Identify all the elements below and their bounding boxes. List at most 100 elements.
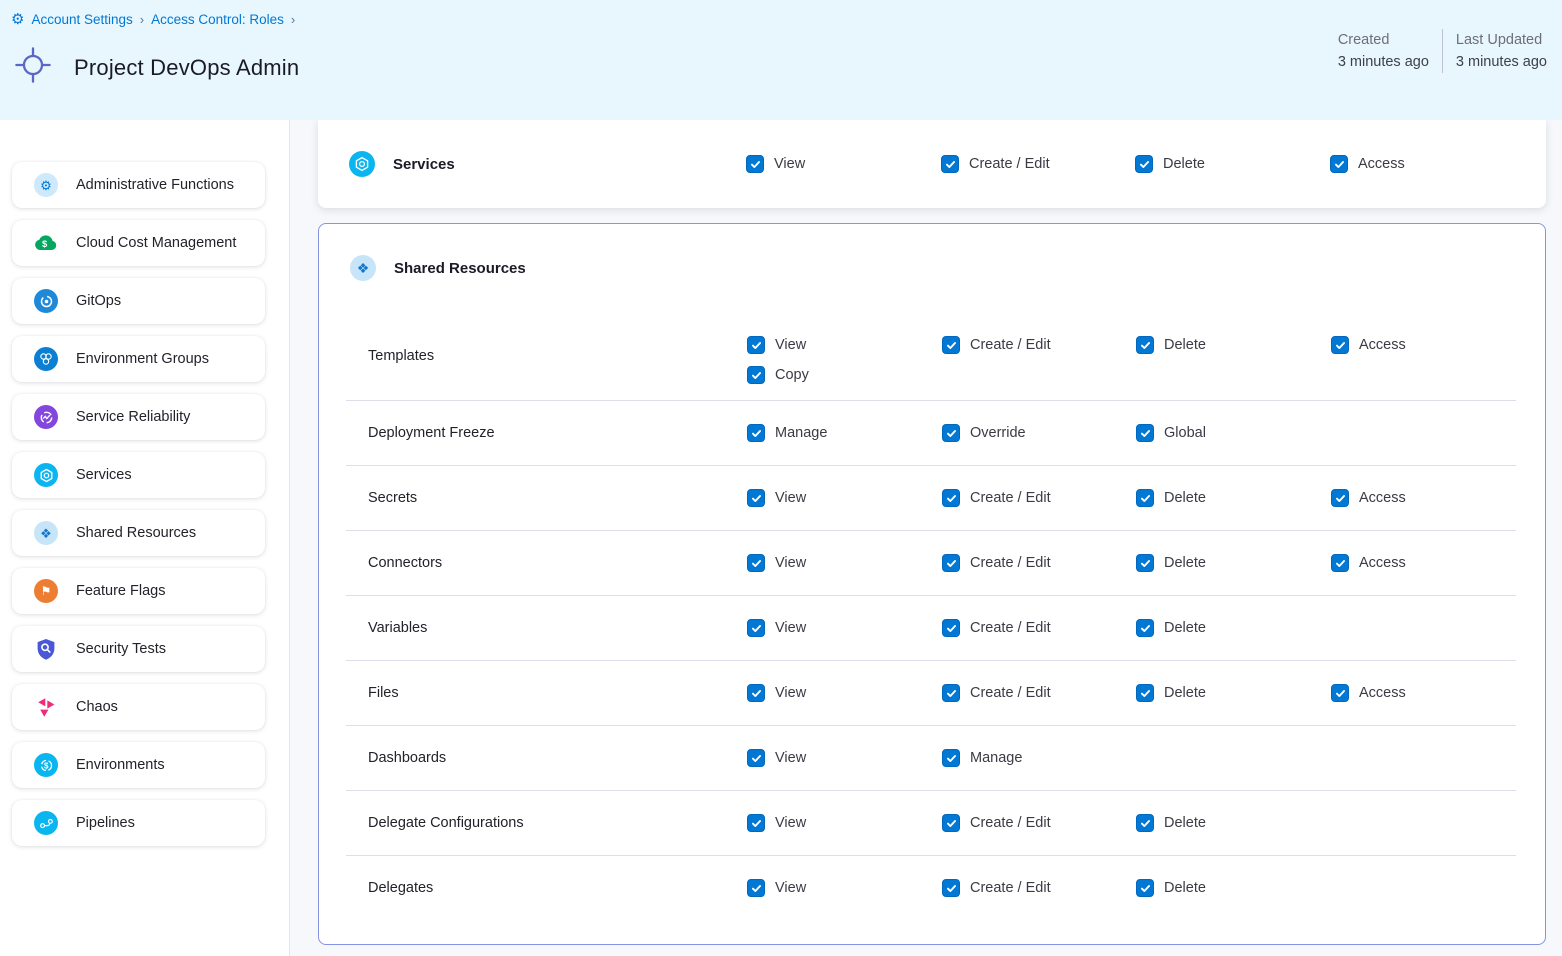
checkbox-checked[interactable] [747, 879, 765, 897]
permission-create-edit[interactable]: Create / Edit [942, 684, 1051, 702]
checkbox-checked[interactable] [747, 814, 765, 832]
permission-cell: Delete [1135, 155, 1330, 173]
permission-delete[interactable]: Delete [1136, 489, 1206, 507]
checkbox-checked[interactable] [942, 879, 960, 897]
permission-access[interactable]: Access [1331, 489, 1406, 507]
breadcrumb-access-control-roles[interactable]: Access Control: Roles [151, 12, 284, 27]
checkbox-checked[interactable] [1136, 684, 1154, 702]
permission-override[interactable]: Override [942, 424, 1026, 442]
breadcrumb: ⚙ Account Settings › Access Control: Rol… [0, 0, 1562, 27]
checkbox-checked[interactable] [1331, 684, 1349, 702]
permission-label: Create / Edit [969, 156, 1050, 172]
checkbox-checked[interactable] [942, 749, 960, 767]
permission-access[interactable]: Access [1331, 684, 1406, 702]
permission-access[interactable]: Access [1331, 336, 1406, 354]
breadcrumb-account-settings[interactable]: Account Settings [31, 12, 132, 27]
sidebar-item-gitops[interactable]: GitOps [12, 278, 265, 324]
sidebar-item-services[interactable]: Services [12, 452, 265, 498]
permission-view[interactable]: View [747, 489, 806, 507]
checkbox-checked[interactable] [1136, 814, 1154, 832]
permission-create-edit[interactable]: Create / Edit [942, 814, 1051, 832]
title-row: Project DevOps Admin [14, 46, 299, 89]
shared-resources-icon: ❖ [350, 255, 376, 281]
permission-view[interactable]: View [747, 336, 806, 354]
checkbox-checked[interactable] [747, 749, 765, 767]
permission-cell: Create / Edit [942, 684, 1136, 702]
checkbox-checked[interactable] [747, 489, 765, 507]
permission-manage[interactable]: Manage [747, 424, 827, 442]
permission-delete[interactable]: Delete [1135, 155, 1205, 173]
permission-view[interactable]: View [747, 554, 806, 572]
sidebar-item-service-reliability[interactable]: Service Reliability [12, 394, 265, 440]
checkbox-checked[interactable] [1135, 155, 1153, 173]
permission-create-edit[interactable]: Create / Edit [942, 879, 1051, 897]
permission-view[interactable]: View [746, 155, 805, 173]
permission-label: Access [1359, 555, 1406, 571]
sidebar-item-environment-groups[interactable]: Environment Groups [12, 336, 265, 382]
checkbox-checked[interactable] [942, 554, 960, 572]
checkbox-checked[interactable] [942, 619, 960, 637]
permission-create-edit[interactable]: Create / Edit [942, 489, 1051, 507]
permission-view[interactable]: View [747, 749, 806, 767]
sidebar-item-label: GitOps [76, 293, 121, 309]
permission-view[interactable]: View [747, 619, 806, 637]
checkbox-checked[interactable] [747, 554, 765, 572]
permission-cell: Delete [1136, 814, 1331, 832]
checkbox-checked[interactable] [1331, 489, 1349, 507]
permission-delete[interactable]: Delete [1136, 336, 1206, 354]
checkbox-checked[interactable] [941, 155, 959, 173]
permission-delete[interactable]: Delete [1136, 684, 1206, 702]
permission-global[interactable]: Global [1136, 424, 1206, 442]
sidebar-item-security-tests[interactable]: Security Tests [12, 626, 265, 672]
checkbox-checked[interactable] [1136, 619, 1154, 637]
checkbox-checked[interactable] [746, 155, 764, 173]
resource-row-label: Files [319, 685, 747, 701]
checkbox-checked[interactable] [1331, 554, 1349, 572]
checkbox-checked[interactable] [942, 336, 960, 354]
permission-cell: View [747, 684, 942, 702]
sidebar-list: ⚙ Administrative Functions $ Cloud Cost … [0, 162, 289, 846]
permission-delete[interactable]: Delete [1136, 554, 1206, 572]
checkbox-checked[interactable] [942, 684, 960, 702]
permission-view[interactable]: View [747, 814, 806, 832]
permission-manage[interactable]: Manage [942, 749, 1022, 767]
resource-category-sidebar: ⚙ Administrative Functions $ Cloud Cost … [0, 120, 290, 956]
checkbox-checked[interactable] [747, 336, 765, 354]
checkbox-checked[interactable] [1136, 336, 1154, 354]
permission-view[interactable]: View [747, 879, 806, 897]
permission-delete[interactable]: Delete [1136, 619, 1206, 637]
sidebar-item-administrative-functions[interactable]: ⚙ Administrative Functions [12, 162, 265, 208]
permission-create-edit[interactable]: Create / Edit [941, 155, 1050, 173]
sidebar-item-shared-resources[interactable]: ❖ Shared Resources [12, 510, 265, 556]
checkbox-checked[interactable] [1136, 879, 1154, 897]
permission-delete[interactable]: Delete [1136, 879, 1206, 897]
checkbox-checked[interactable] [747, 684, 765, 702]
checkbox-checked[interactable] [1136, 554, 1154, 572]
permission-label: Create / Edit [970, 815, 1051, 831]
sidebar-item-cloud-cost-management[interactable]: $ Cloud Cost Management [12, 220, 265, 266]
permission-delete[interactable]: Delete [1136, 814, 1206, 832]
checkbox-checked[interactable] [942, 814, 960, 832]
permission-access[interactable]: Access [1330, 155, 1405, 173]
meta-divider [1442, 29, 1443, 73]
sidebar-item-chaos[interactable]: Chaos [12, 684, 265, 730]
checkbox-checked[interactable] [747, 366, 765, 384]
checkbox-checked[interactable] [747, 619, 765, 637]
permission-create-edit[interactable]: Create / Edit [942, 619, 1051, 637]
sidebar-item-label: Administrative Functions [76, 177, 234, 193]
sidebar-item-pipelines[interactable]: Pipelines [12, 800, 265, 846]
checkbox-checked[interactable] [747, 424, 765, 442]
permission-copy[interactable]: Copy [747, 366, 809, 384]
checkbox-checked[interactable] [1331, 336, 1349, 354]
checkbox-checked[interactable] [942, 489, 960, 507]
permission-view[interactable]: View [747, 684, 806, 702]
sidebar-item-environments[interactable]: $ Environments [12, 742, 265, 788]
checkbox-checked[interactable] [1330, 155, 1348, 173]
checkbox-checked[interactable] [942, 424, 960, 442]
sidebar-item-feature-flags[interactable]: ⚑ Feature Flags [12, 568, 265, 614]
permission-create-edit[interactable]: Create / Edit [942, 554, 1051, 572]
permission-create-edit[interactable]: Create / Edit [942, 336, 1051, 354]
permission-access[interactable]: Access [1331, 554, 1406, 572]
checkbox-checked[interactable] [1136, 424, 1154, 442]
checkbox-checked[interactable] [1136, 489, 1154, 507]
